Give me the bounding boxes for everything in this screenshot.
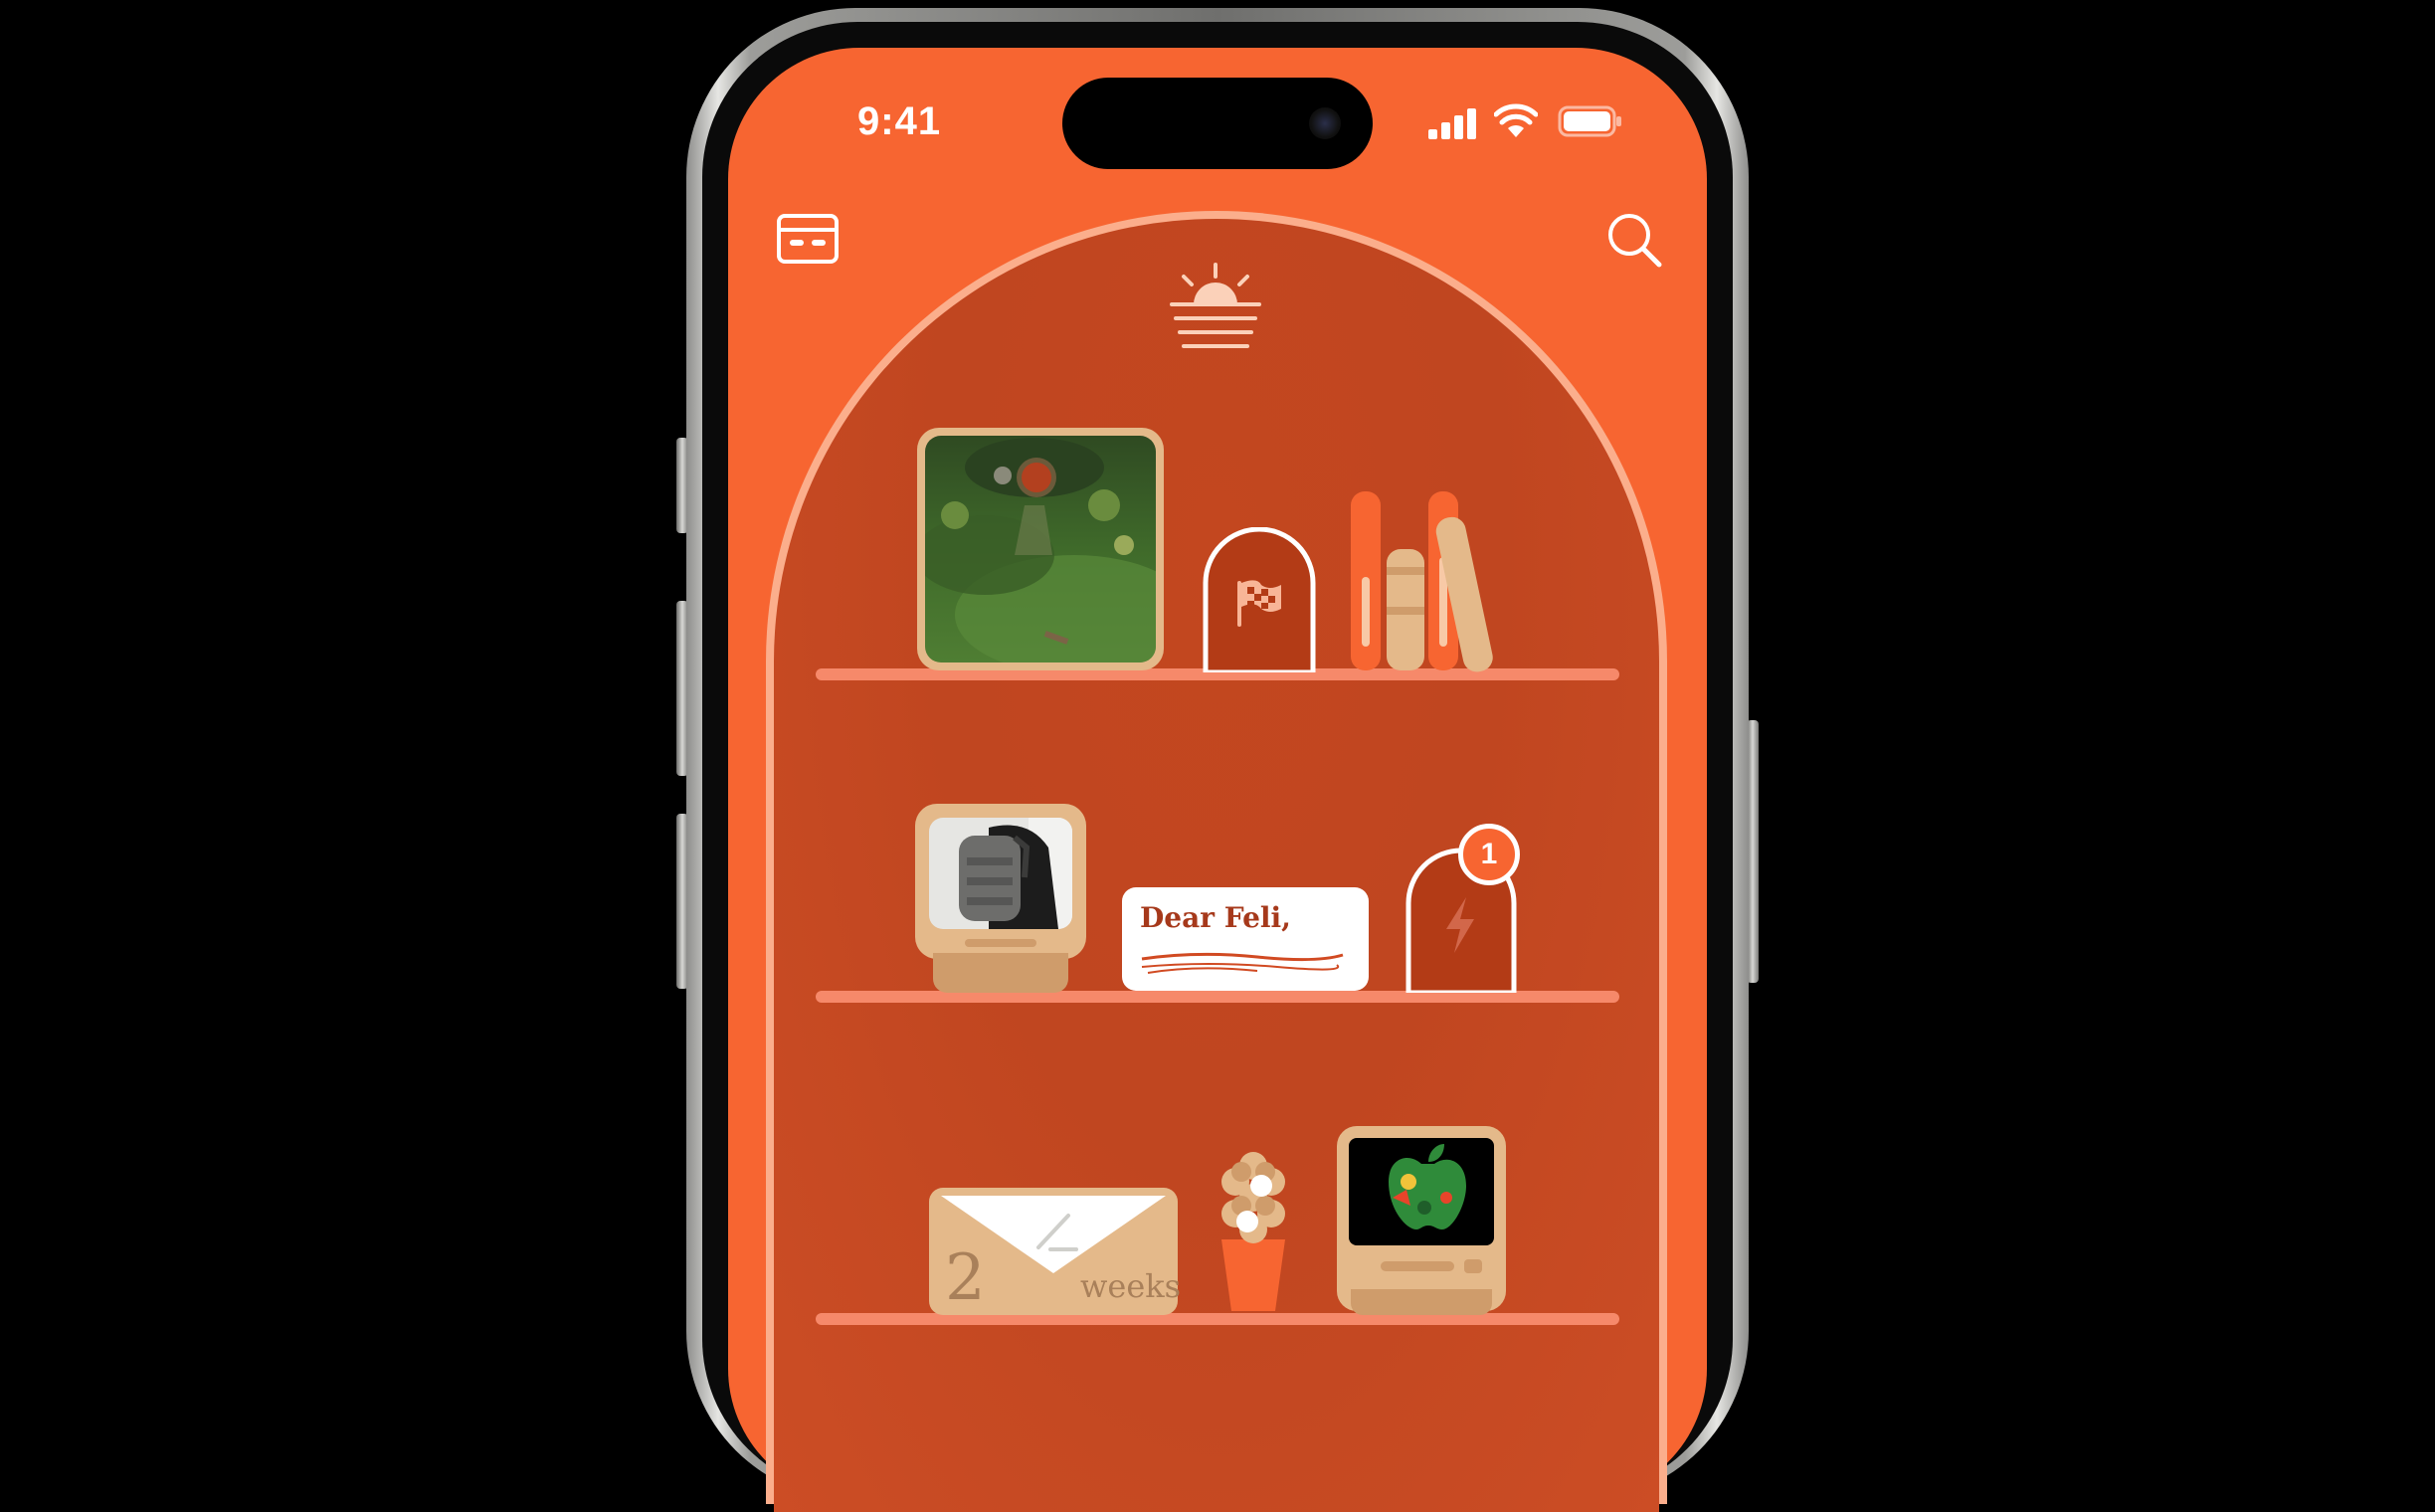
- countdown-unit: weeks: [1080, 1267, 1182, 1305]
- landscape-photo: [925, 436, 1156, 662]
- note-greeting: Dear Feli,: [1140, 901, 1291, 934]
- sunrise-icon: [1170, 263, 1261, 348]
- book-spine: [1362, 577, 1370, 647]
- computer-base: [933, 953, 1068, 993]
- notification-badge: 1: [1458, 824, 1520, 885]
- computer-slot: [1381, 1261, 1454, 1271]
- book-band: [1387, 607, 1424, 615]
- book-band: [1387, 567, 1424, 575]
- battery-icon: [1558, 105, 1621, 137]
- apple-art-screen: [1349, 1138, 1494, 1245]
- checkered-flag-icon: [1237, 580, 1281, 627]
- wifi-icon: [1494, 103, 1538, 137]
- lightning-bolt-icon: [1446, 897, 1474, 953]
- status-time: 9:41: [857, 99, 942, 143]
- cellular-signal-icon: [1428, 108, 1476, 139]
- note-scribble: [1141, 952, 1344, 974]
- search-icon[interactable]: [1605, 211, 1663, 269]
- backpack-photo: [929, 818, 1072, 929]
- countdown-number: 2: [945, 1241, 986, 1315]
- id-card-icon[interactable]: [776, 213, 840, 265]
- badge-count: 1: [1480, 838, 1498, 870]
- computer-slot: [965, 939, 1036, 947]
- front-camera: [1309, 107, 1341, 139]
- computer-base: [1351, 1289, 1492, 1315]
- computer-light: [1464, 1259, 1482, 1273]
- flower-icon: [1221, 1152, 1285, 1311]
